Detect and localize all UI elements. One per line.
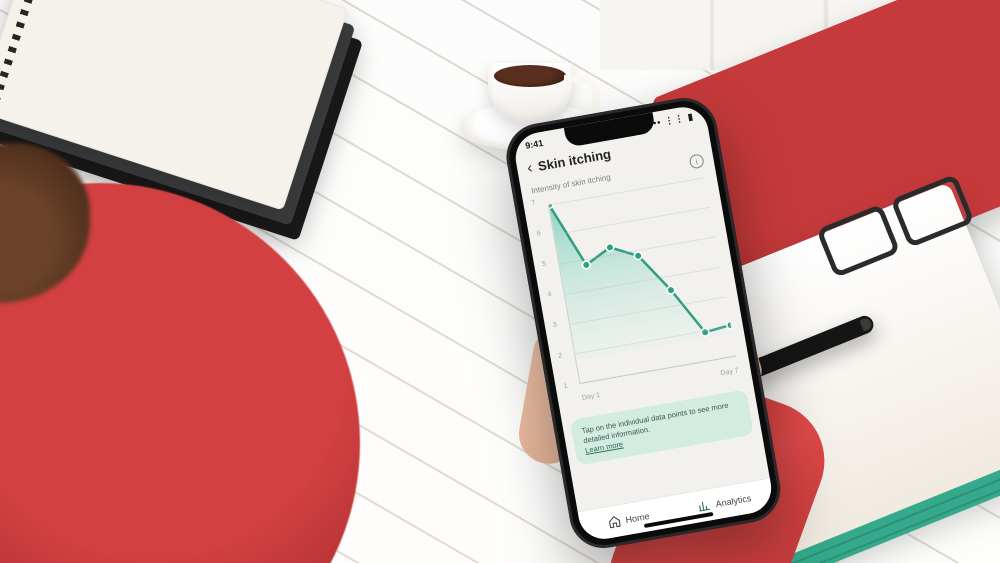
y-tick: 6	[536, 230, 541, 238]
hint-text: Tap on the individual data points to see…	[581, 401, 729, 446]
data-point[interactable]	[634, 251, 643, 260]
intensity-chart[interactable]: 1 2 3 4 5 6 7	[531, 173, 744, 411]
tab-analytics-label: Analytics	[715, 493, 752, 509]
x-end-label: Day 7	[720, 367, 739, 377]
info-icon[interactable]: i	[689, 153, 705, 169]
tab-home[interactable]: Home	[578, 495, 679, 542]
data-point[interactable]	[667, 286, 676, 295]
phone-screen: 9:41 •• ⋮⋮ ▮ ‹ Skin itching Intensity of…	[512, 103, 776, 543]
data-point[interactable]	[582, 261, 591, 270]
back-icon[interactable]: ‹	[526, 160, 534, 176]
y-tick: 4	[547, 291, 552, 299]
phone-device: 9:41 •• ⋮⋮ ▮ ‹ Skin itching Intensity of…	[501, 93, 785, 553]
scene-photo: 9:41 •• ⋮⋮ ▮ ‹ Skin itching Intensity of…	[0, 0, 1000, 563]
x-start-label: Day 1	[581, 392, 600, 402]
status-time: 9:41	[524, 138, 543, 151]
data-point[interactable]	[606, 243, 615, 252]
y-tick: 7	[531, 200, 536, 208]
home-icon	[607, 514, 622, 529]
status-indicators: •• ⋮⋮ ▮	[652, 111, 695, 129]
y-tick: 3	[552, 322, 557, 330]
y-tick: 5	[542, 261, 547, 269]
y-tick: 1	[563, 383, 568, 391]
y-tick: 2	[558, 352, 563, 360]
analytics-icon	[697, 498, 712, 513]
